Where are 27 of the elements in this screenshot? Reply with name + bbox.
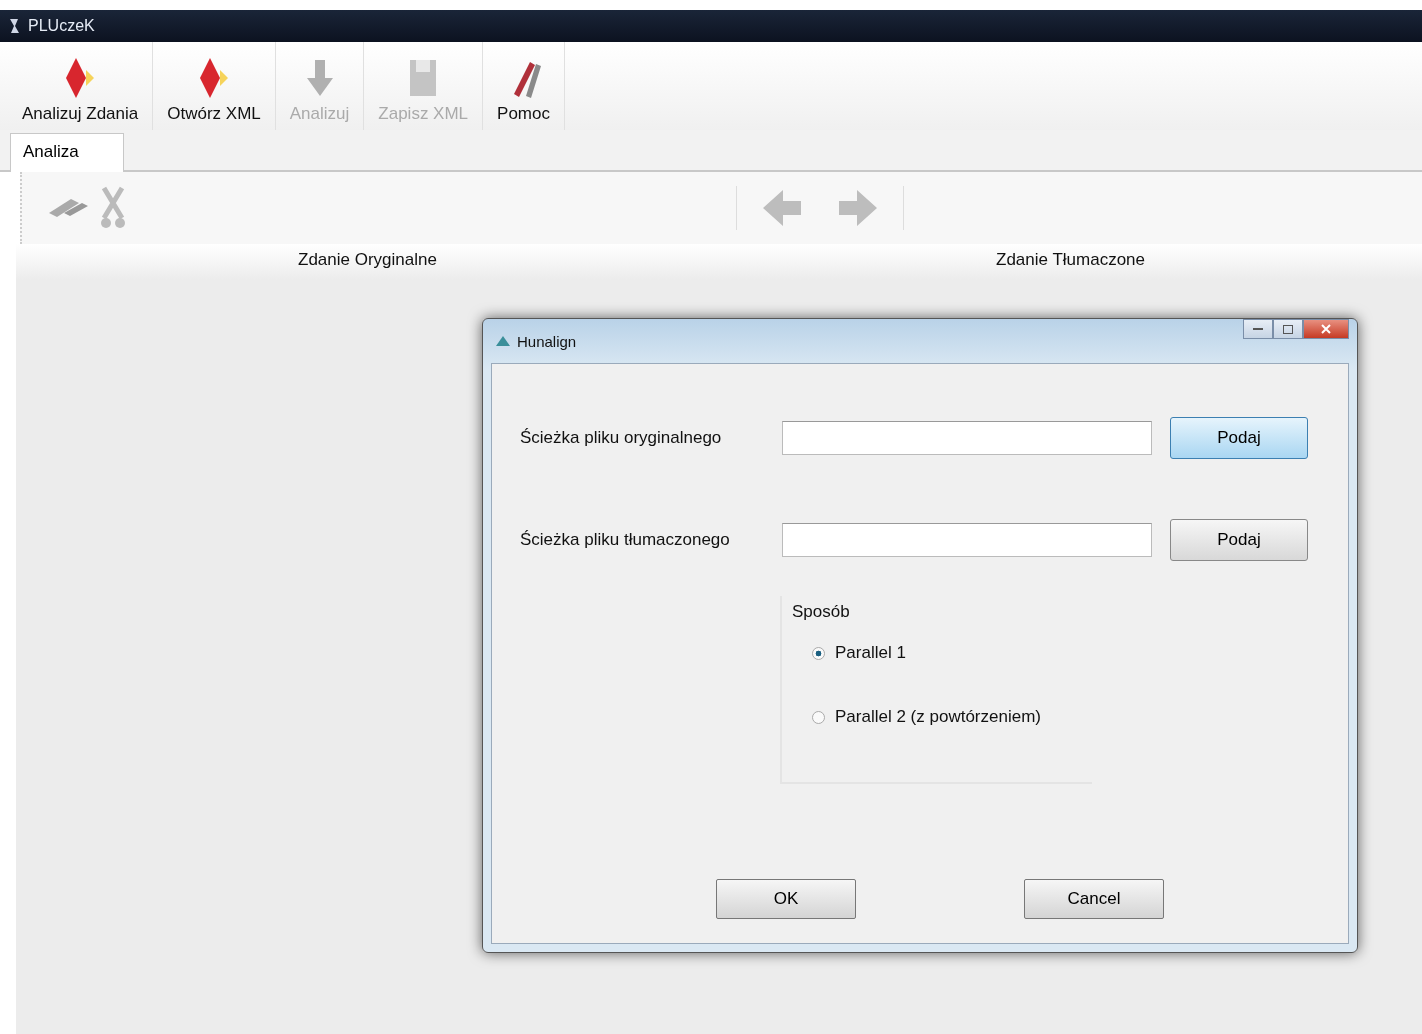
browse-button[interactable]: Podaj [1170, 417, 1308, 459]
radio-option[interactable]: Parallel 1 [812, 636, 1092, 670]
column-header: Zdanie Oryginalne [297, 249, 438, 271]
field-label: Ścieżka pliku tłumaczonego [520, 530, 731, 550]
dialog-button[interactable]: Cancel [1024, 879, 1164, 919]
field-label: Ścieżka pliku oryginalnego [520, 428, 723, 448]
minimize-button[interactable] [1243, 319, 1273, 339]
group-label: Sposób [792, 602, 851, 622]
app-icon [8, 18, 22, 34]
input-field[interactable] [782, 523, 1152, 557]
radio-button[interactable] [812, 646, 825, 660]
scissors-icon[interactable] [98, 186, 128, 230]
column-header: Zdanie Tłumaczone [995, 249, 1146, 271]
radio-option[interactable]: Parallel 2 (z powtórzeniem) [812, 700, 1092, 734]
radio-button[interactable] [812, 710, 825, 724]
maximize-icon [1283, 324, 1293, 334]
close-icon [1321, 324, 1331, 334]
close-button[interactable] [1303, 319, 1349, 339]
window-title: PLUczeK [28, 17, 95, 35]
maximize-button[interactable] [1273, 319, 1303, 339]
dialog-button[interactable]: OK [716, 879, 856, 919]
minimize-icon [1253, 327, 1263, 331]
app-icon [495, 334, 511, 348]
tab[interactable]: Analiza [10, 133, 124, 172]
browse-button[interactable]: Podaj [1170, 519, 1308, 561]
input-field[interactable] [782, 421, 1152, 455]
dialog-title: Hunalign [517, 332, 577, 350]
